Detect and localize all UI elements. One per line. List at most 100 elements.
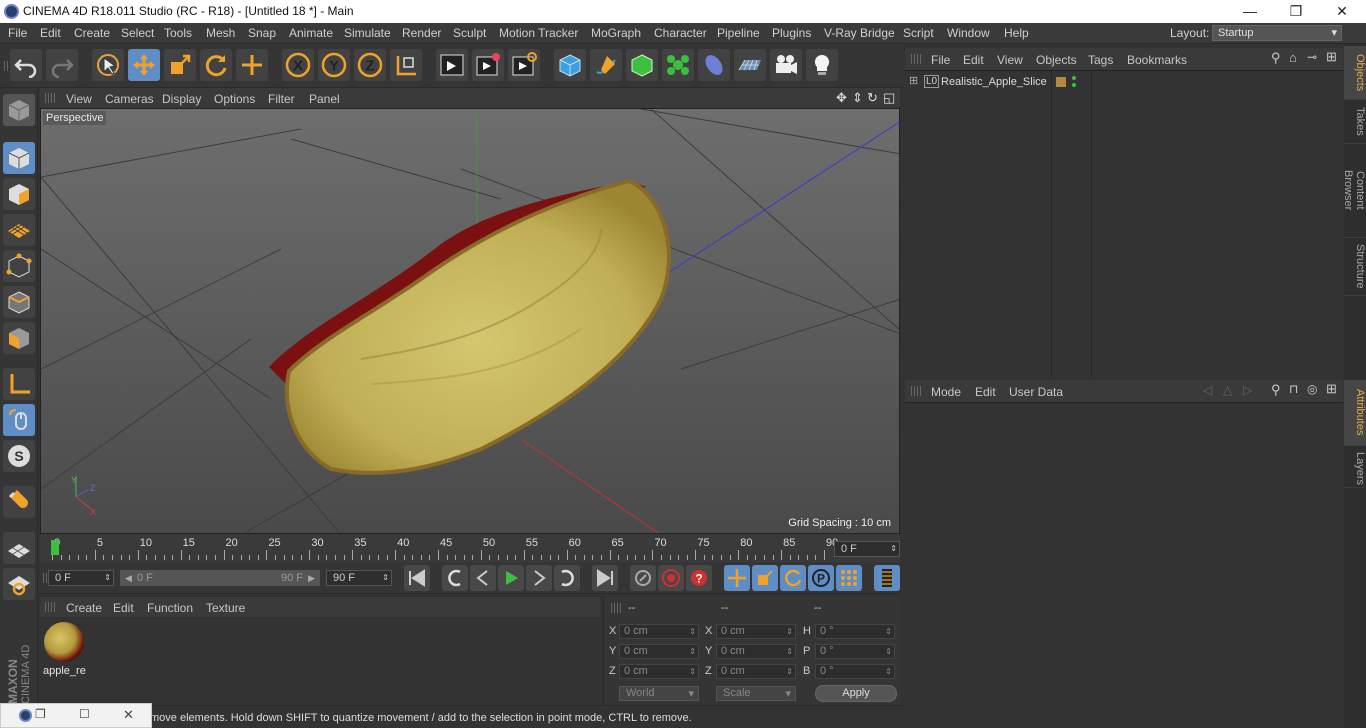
- pos-z-field[interactable]: 0 cm ⇕: [619, 664, 699, 679]
- object-menu-file[interactable]: File: [931, 53, 950, 67]
- menu-sculpt[interactable]: Sculpt: [453, 26, 486, 40]
- rot-p-field[interactable]: 0 ° ⇕: [815, 644, 895, 659]
- scale-key-icon[interactable]: [752, 565, 778, 591]
- new-panel-icon[interactable]: ⊞: [1326, 49, 1337, 65]
- tab-content-browser[interactable]: Content Browser: [1342, 144, 1366, 238]
- rot-b-field[interactable]: 0 ° ⇕: [815, 664, 895, 679]
- layer-color-icon[interactable]: [1056, 77, 1066, 87]
- polygons-mode-icon[interactable]: [3, 322, 35, 354]
- close-button[interactable]: ✕: [1319, 0, 1365, 23]
- solo-mode-icon[interactable]: S: [3, 440, 35, 472]
- menu-help[interactable]: Help: [1004, 26, 1029, 40]
- viewport-menu-panel[interactable]: Panel: [309, 92, 340, 106]
- layout-dropdown[interactable]: Startup ▾: [1212, 25, 1342, 41]
- play-icon[interactable]: [498, 565, 524, 591]
- render-visibility-icon[interactable]: [1072, 83, 1076, 87]
- tweak-mode-icon[interactable]: [3, 404, 35, 436]
- tab-layers[interactable]: Layers: [1344, 446, 1366, 488]
- back-arrow-icon[interactable]: ◁: [1203, 383, 1212, 397]
- attribute-menu-user-data[interactable]: User Data: [1009, 385, 1063, 399]
- menu-vray-bridge[interactable]: V-Ray Bridge: [824, 26, 895, 40]
- menu-render[interactable]: Render: [402, 26, 441, 40]
- points-mode-icon[interactable]: [3, 250, 35, 282]
- floor-icon[interactable]: [734, 49, 766, 81]
- attribute-menu-edit[interactable]: Edit: [975, 385, 996, 399]
- object-menu-bookmarks[interactable]: Bookmarks: [1127, 53, 1187, 67]
- menu-edit[interactable]: Edit: [40, 26, 61, 40]
- move-icon[interactable]: [128, 49, 160, 81]
- parameter-key-icon[interactable]: P: [808, 565, 834, 591]
- rotate-icon[interactable]: [200, 49, 232, 81]
- expand-icon[interactable]: ⊞: [909, 74, 918, 87]
- previous-key-icon[interactable]: [442, 565, 468, 591]
- subdivision-icon[interactable]: [626, 49, 658, 81]
- undo-icon[interactable]: [10, 49, 42, 81]
- object-menu-view[interactable]: View: [997, 53, 1023, 67]
- pen-icon[interactable]: [590, 49, 622, 81]
- playhead[interactable]: [51, 540, 59, 555]
- keyframe-selection-icon[interactable]: ?: [686, 565, 712, 591]
- timeline-icon[interactable]: [874, 565, 900, 591]
- maximize-icon[interactable]: ☐: [79, 707, 90, 721]
- rot-h-field[interactable]: 0 ° ⇕: [815, 624, 895, 639]
- tab-structure[interactable]: Structure: [1344, 238, 1366, 296]
- menu-mograph[interactable]: MoGraph: [591, 26, 641, 40]
- start-frame-field[interactable]: 0 F ⇕: [48, 570, 114, 586]
- menu-character[interactable]: Character: [654, 26, 707, 40]
- search-icon[interactable]: ⚲: [1271, 382, 1281, 398]
- move-view-icon[interactable]: ✥: [836, 90, 847, 106]
- go-to-start-icon[interactable]: [404, 565, 430, 591]
- viewport-menu-display[interactable]: Display: [162, 92, 201, 106]
- coordinate-mode-dropdown[interactable]: World ▾: [619, 686, 699, 701]
- recent-tool-icon[interactable]: [236, 49, 268, 81]
- next-frame-icon[interactable]: [526, 565, 552, 591]
- position-key-icon[interactable]: [724, 565, 750, 591]
- tree-row[interactable]: ⊞ L0 Realistic_Apple_Slice: [905, 73, 1343, 91]
- rotate-view-icon[interactable]: ↻: [867, 90, 878, 106]
- snap-icon[interactable]: [3, 486, 35, 518]
- home-icon[interactable]: ⌂: [1289, 50, 1297, 65]
- object-menu-tags[interactable]: Tags: [1088, 53, 1113, 67]
- viewport-menu-view[interactable]: View: [66, 92, 92, 106]
- viewport-menu-filter[interactable]: Filter: [268, 92, 295, 106]
- menu-create[interactable]: Create: [74, 26, 110, 40]
- panel-grip[interactable]: [911, 54, 921, 64]
- restore-button[interactable]: ❐: [1273, 0, 1319, 23]
- y-axis-lock-icon[interactable]: Y: [318, 49, 350, 81]
- locked-workplane-icon[interactable]: [3, 568, 35, 600]
- attribute-menu-mode[interactable]: Mode: [931, 385, 961, 399]
- object-name[interactable]: Realistic_Apple_Slice: [941, 76, 1047, 88]
- deformer-icon[interactable]: [698, 49, 730, 81]
- minimize-button[interactable]: —: [1227, 0, 1273, 23]
- menu-animate[interactable]: Animate: [289, 26, 333, 40]
- object-menu-edit[interactable]: Edit: [963, 53, 984, 67]
- material-menu-function[interactable]: Function: [147, 601, 193, 615]
- rotation-key-icon[interactable]: [780, 565, 806, 591]
- panel-grip[interactable]: [45, 93, 55, 103]
- maximize-view-icon[interactable]: ◱: [883, 90, 895, 106]
- coordinate-system-icon[interactable]: [390, 49, 422, 81]
- menu-tools[interactable]: Tools: [164, 26, 192, 40]
- menu-script[interactable]: Script: [903, 26, 934, 40]
- previous-frame-icon[interactable]: [470, 565, 496, 591]
- workplane-lock-icon[interactable]: [3, 532, 35, 564]
- menu-file[interactable]: File: [8, 26, 27, 40]
- apply-button[interactable]: Apply: [815, 685, 897, 702]
- search-icon[interactable]: ⚲: [1271, 50, 1281, 66]
- menu-mesh[interactable]: Mesh: [206, 26, 235, 40]
- texture-mode-icon[interactable]: [3, 178, 35, 210]
- make-editable-icon[interactable]: [3, 94, 35, 126]
- menu-plugins[interactable]: Plugins: [772, 26, 811, 40]
- menu-simulate[interactable]: Simulate: [344, 26, 391, 40]
- autokeying-icon[interactable]: [658, 565, 684, 591]
- axis-mode-icon[interactable]: [3, 368, 35, 400]
- go-to-end-icon[interactable]: [592, 565, 618, 591]
- camera-icon[interactable]: [770, 49, 802, 81]
- close-icon[interactable]: ✕: [123, 707, 134, 723]
- target-icon[interactable]: ◎: [1307, 382, 1317, 396]
- object-menu-objects[interactable]: Objects: [1036, 53, 1077, 67]
- panel-grip[interactable]: [911, 386, 921, 396]
- link-icon[interactable]: ⊸: [1307, 50, 1317, 64]
- tab-objects[interactable]: Objects: [1344, 46, 1366, 100]
- size-y-field[interactable]: 0 cm ⇕: [716, 644, 796, 659]
